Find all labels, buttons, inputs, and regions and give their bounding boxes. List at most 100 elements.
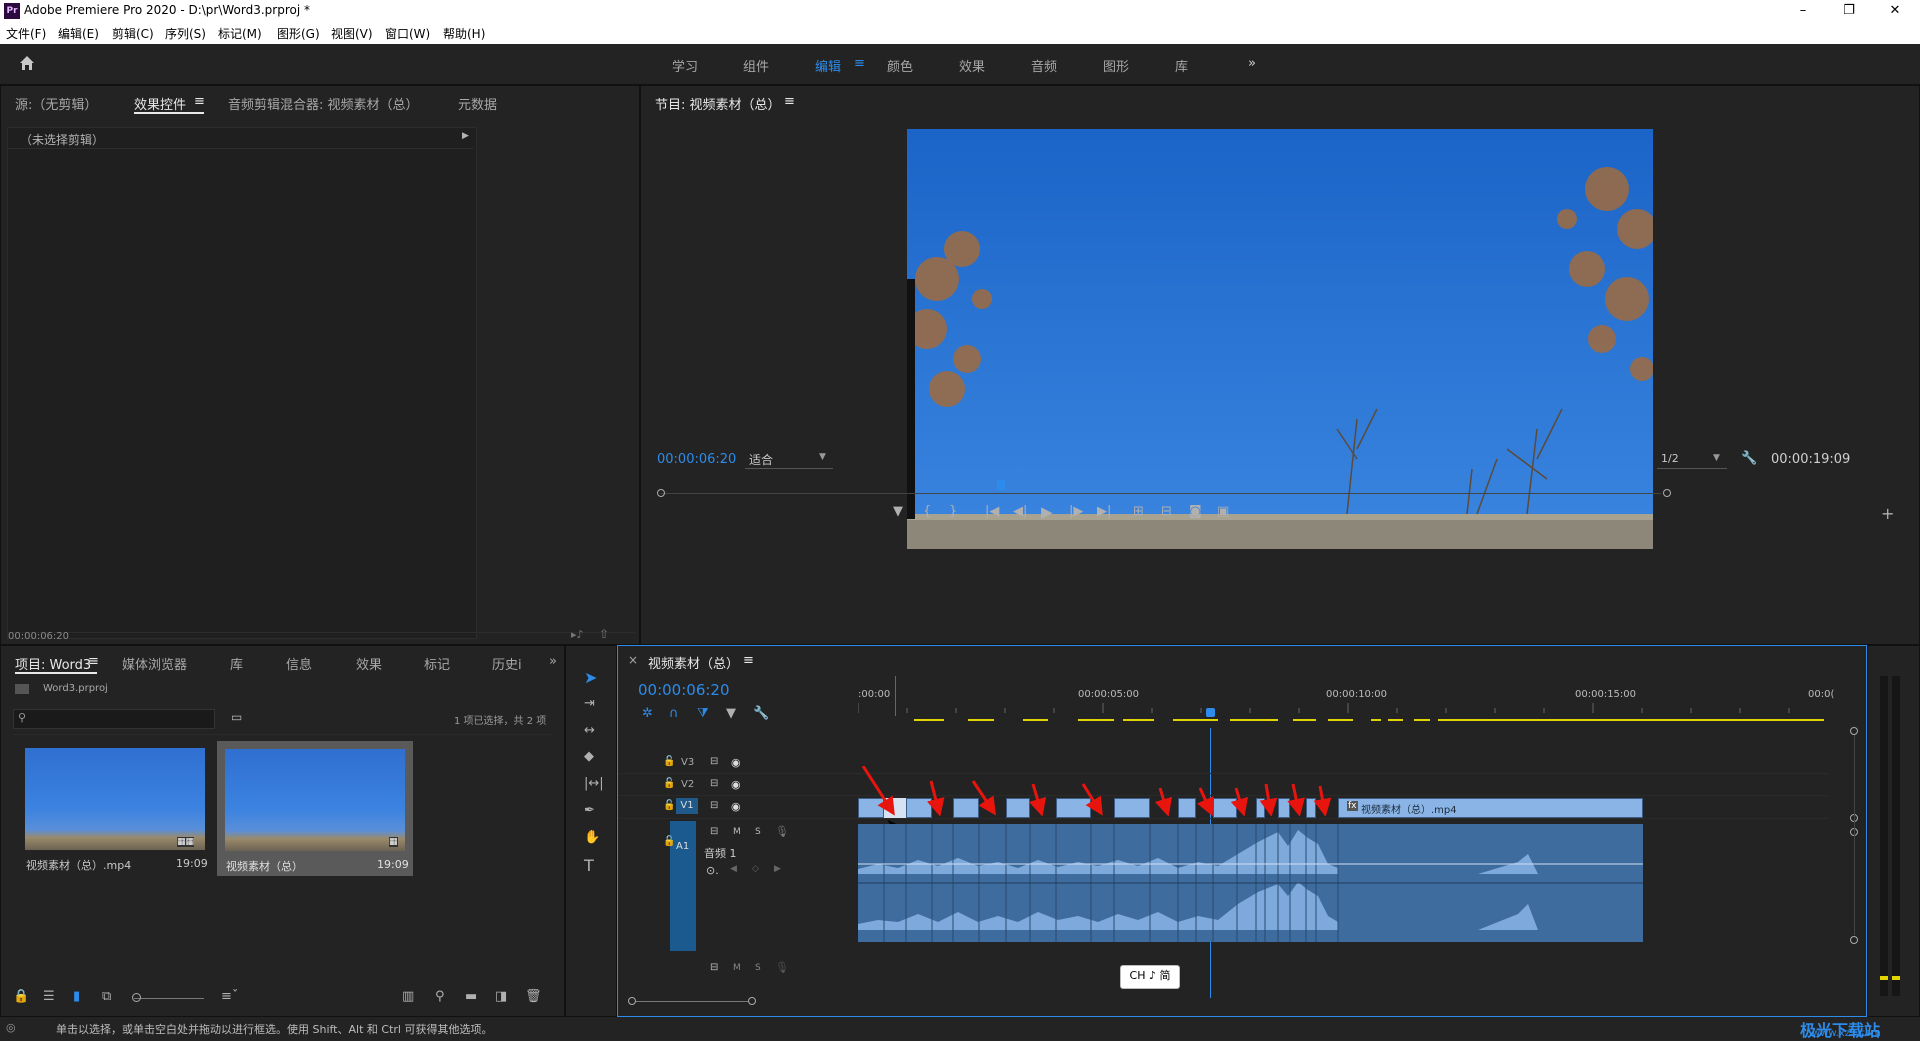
list-view-icon[interactable]: ☰	[43, 989, 55, 1004]
project-menu-icon[interactable]: ≡	[88, 654, 99, 669]
timeline-timecode[interactable]: 00:00:06:20	[638, 681, 730, 699]
resolution-dropdown[interactable]: 1/2 ▼	[1657, 450, 1727, 469]
icon-view-icon[interactable]: ▮	[73, 989, 80, 1004]
zoom-handle-left[interactable]	[628, 997, 636, 1005]
track-label-v3[interactable]: V3	[681, 757, 694, 768]
timeline-playhead-handle[interactable]	[1206, 708, 1215, 717]
eye-icon[interactable]: ◉	[731, 800, 741, 813]
voiceover-mic-icon[interactable]: 🎙	[775, 825, 789, 838]
sync-lock-icon[interactable]: ⊟	[710, 826, 718, 837]
tab-history[interactable]: 历史i	[492, 654, 522, 673]
workspace-libraries[interactable]: 库	[1175, 56, 1188, 75]
scroll-handle[interactable]	[1850, 727, 1858, 735]
expand-arrow-icon[interactable]: ▶	[462, 131, 469, 141]
workspace-editing[interactable]: 编辑	[815, 56, 841, 75]
sync-lock-icon[interactable]: ⊟	[710, 800, 718, 811]
workspace-effects[interactable]: 效果	[959, 56, 985, 75]
find-icon[interactable]: ⚲	[435, 989, 445, 1004]
menu-marker[interactable]: 标记(M)	[218, 25, 262, 42]
sync-lock-icon[interactable]: ⊟	[710, 778, 718, 789]
timeline-ruler[interactable]: :00:00 00:00:05:00 00:00:10:00 00:00:15:…	[858, 671, 1834, 731]
mark-in-icon[interactable]: {	[923, 504, 931, 519]
program-video-frame[interactable]	[907, 129, 1653, 549]
camera-icon[interactable]: ◙	[1189, 504, 1202, 519]
menu-help[interactable]: 帮助(H)	[443, 25, 485, 42]
extract-icon[interactable]: ⊟	[1161, 504, 1172, 519]
zoom-handle-right[interactable]	[748, 997, 756, 1005]
track-label-v2[interactable]: V2	[681, 779, 694, 790]
sync-lock-icon[interactable]: ⊟	[710, 756, 718, 767]
snap-icon[interactable]: ∩	[669, 706, 679, 721]
tab-metadata[interactable]: 元数据	[458, 94, 497, 113]
fit-dropdown[interactable]: 适合 ▼	[745, 450, 833, 469]
play-icon[interactable]: ▶	[1041, 503, 1053, 521]
mark-out-icon[interactable]: }	[949, 504, 957, 519]
menu-clip[interactable]: 剪辑(C)	[112, 25, 154, 42]
panel-menu-icon[interactable]: ≡	[194, 94, 205, 109]
new-search-bin-icon[interactable]: ▭	[231, 710, 242, 724]
selection-tool-icon[interactable]: ➤	[584, 668, 597, 687]
project-item[interactable]: ▦▦ 视频素材（总）.mp4 19:09	[21, 741, 211, 872]
new-item-icon[interactable]: ◨	[495, 989, 507, 1004]
freeform-view-icon[interactable]: ⧉	[102, 989, 111, 1004]
program-scrub-bar[interactable]	[657, 480, 1661, 499]
project-item-selected[interactable]: ▦ 视频素材（总） 19:09	[217, 741, 413, 876]
hand-tool-icon[interactable]: ✋	[584, 830, 600, 845]
add-keyframe-icon[interactable]: ◇	[752, 864, 759, 874]
eye-icon[interactable]: ◉	[731, 778, 741, 791]
workspace-graphics[interactable]: 图形	[1103, 56, 1129, 75]
goto-in-icon[interactable]: |◀	[985, 504, 999, 519]
menu-file[interactable]: 文件(F)	[6, 25, 46, 42]
tab-media-browser[interactable]: 媒体浏览器	[122, 654, 187, 673]
menu-graphics[interactable]: 图形(G)	[277, 25, 320, 42]
zoom-slider[interactable]	[134, 998, 204, 999]
workspace-color[interactable]: 颜色	[887, 56, 913, 75]
video-clip-main[interactable]: fx 视频素材（总）.mp4	[1338, 798, 1643, 818]
timeline-settings-icon[interactable]: 🔧	[753, 706, 769, 721]
home-icon[interactable]	[18, 54, 36, 72]
tab-info[interactable]: 信息	[286, 654, 312, 673]
menu-window[interactable]: 窗口(W)	[385, 25, 430, 42]
step-forward-icon[interactable]: |▶	[1069, 504, 1083, 519]
timeline-zoom-bar[interactable]	[636, 1001, 748, 1002]
lock-icon[interactable]: 🔓	[663, 800, 675, 811]
track-select-tool-icon[interactable]: ⇥	[584, 696, 595, 711]
tab-markers[interactable]: 标记	[424, 654, 450, 673]
slip-tool-icon[interactable]: |↔|	[584, 776, 604, 791]
lock-icon[interactable]: 🔓	[663, 778, 675, 789]
marker-icon[interactable]: ▼	[893, 504, 903, 519]
tab-source[interactable]: 源:（无剪辑）	[15, 94, 97, 113]
filter-icon[interactable]: ▸♪	[571, 628, 584, 641]
trash-icon[interactable]: 🗑	[525, 989, 542, 1004]
workspace-audio[interactable]: 音频	[1031, 56, 1057, 75]
tab-effect-controls[interactable]: 效果控件	[134, 94, 186, 113]
close-button[interactable]: ✕	[1872, 0, 1918, 22]
nest-icon[interactable]: ✲	[642, 706, 653, 721]
mute-button[interactable]: M	[733, 827, 741, 837]
linked-selection-icon[interactable]: ⧩	[697, 706, 709, 721]
program-timecode[interactable]: 00:00:06:20	[657, 452, 736, 467]
new-bin-icon[interactable]: ▬	[465, 989, 477, 1004]
solo-button[interactable]: S	[755, 827, 761, 837]
scrub-end-handle[interactable]	[1663, 489, 1671, 497]
audio-clips[interactable]	[858, 824, 1643, 942]
workspace-assembly[interactable]: 组件	[743, 56, 769, 75]
step-back-icon[interactable]: ◀|	[1013, 504, 1027, 519]
menu-view[interactable]: 视图(V)	[331, 25, 373, 42]
timeline-menu-icon[interactable]: ≡	[743, 653, 754, 668]
goto-out-icon[interactable]: ▶|	[1097, 504, 1111, 519]
tab-libraries[interactable]: 库	[230, 654, 243, 673]
lift-icon[interactable]: ⊞	[1133, 504, 1144, 519]
type-tool-icon[interactable]: T	[584, 856, 594, 875]
tab-project[interactable]: 项目: Word3	[15, 654, 91, 673]
workspace-menu-icon[interactable]: ≡	[854, 56, 865, 71]
sync-lock-icon[interactable]: ⊟	[710, 962, 718, 973]
add-button-icon[interactable]: +	[1881, 504, 1894, 523]
minimize-button[interactable]: –	[1780, 0, 1826, 22]
export-icon[interactable]: ⇧	[599, 627, 609, 641]
track-label-v1[interactable]: V1	[676, 798, 698, 814]
panel-more-icon[interactable]: »	[549, 654, 557, 669]
program-menu-icon[interactable]: ≡	[784, 94, 795, 109]
tab-effects[interactable]: 效果	[356, 654, 382, 673]
program-playhead[interactable]	[997, 480, 1005, 490]
